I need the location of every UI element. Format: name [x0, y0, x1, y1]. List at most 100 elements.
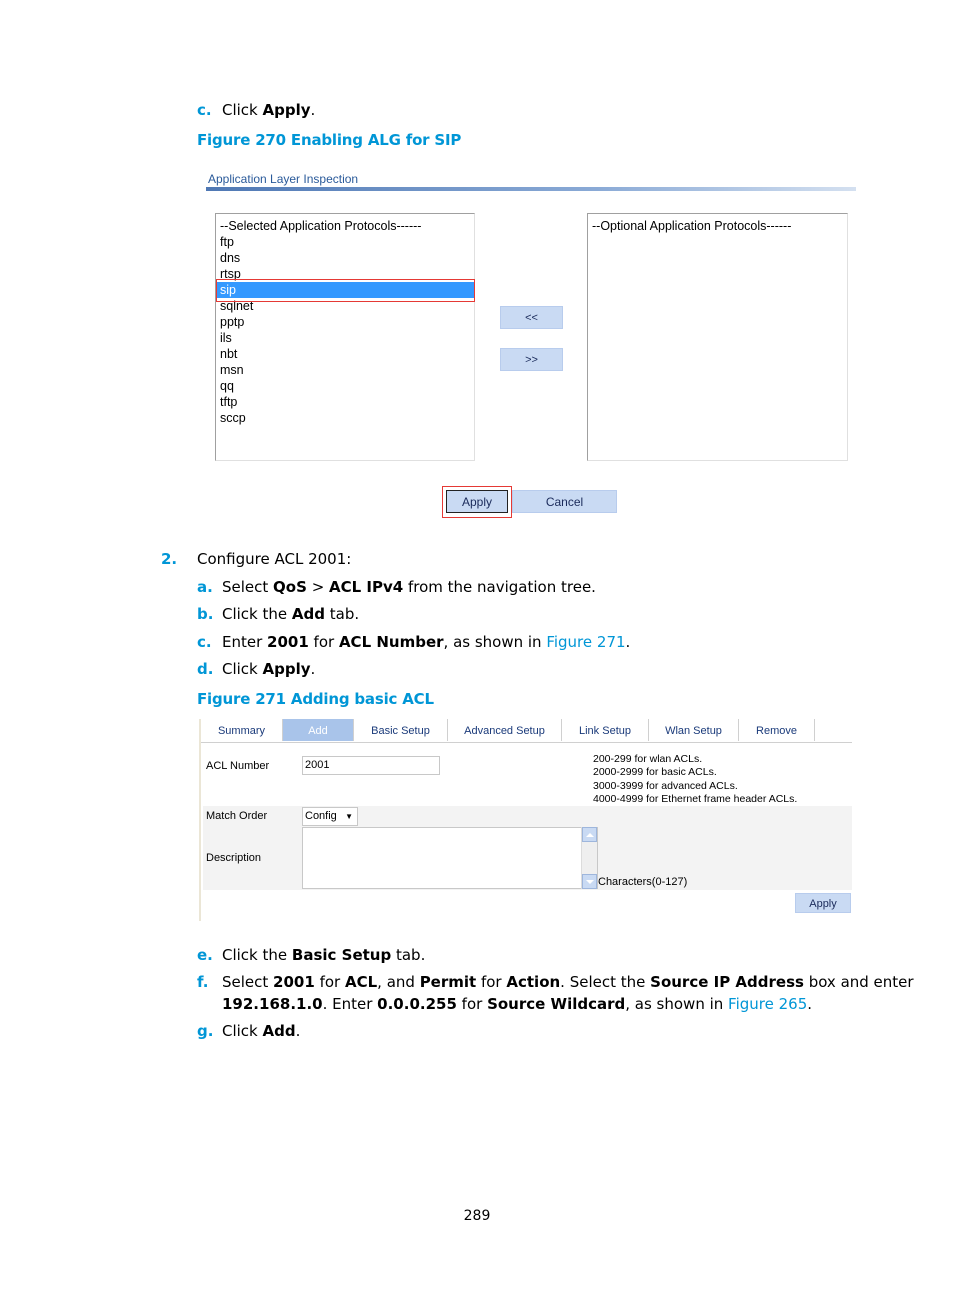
text: Select: [222, 973, 274, 991]
bold-text: Add: [291, 605, 325, 623]
step-2b: b. Click the Add tab.: [197, 604, 359, 624]
step-marker: d.: [197, 660, 214, 678]
bold-text: 192.168.1.0: [222, 995, 323, 1013]
move-right-button[interactable]: >>: [500, 348, 563, 371]
tab-wlan-setup[interactable]: Wlan Setup: [649, 719, 739, 741]
text: Click the: [222, 605, 292, 623]
text: for: [476, 973, 507, 991]
scroll-down-icon[interactable]: [582, 874, 597, 889]
text: >: [306, 578, 330, 596]
apply-button[interactable]: Apply: [795, 893, 851, 913]
protocol-option-nbt[interactable]: nbt: [216, 346, 474, 362]
acl-range-line: 200-299 for wlan ACLs.: [593, 753, 703, 765]
bold-text: Add: [262, 1022, 296, 1040]
text: Enter: [222, 633, 268, 651]
step-2: 2. Configure ACL 2001:: [161, 549, 351, 569]
bold-text: Apply: [262, 660, 311, 678]
cancel-button[interactable]: Cancel: [512, 490, 617, 513]
acl-range-line: 2000-2999 for basic ACLs.: [593, 766, 717, 779]
step-text: Configure ACL 2001:: [197, 550, 352, 568]
step-2a: a. Select QoS > ACL IPv4 from the navigat…: [197, 577, 596, 597]
step-text-line-1: Select 2001 for ACL, and Permit for Acti…: [222, 973, 914, 991]
step-f-continued: 192.168.1.0. Enter 0.0.0.255 for Source …: [222, 994, 812, 1014]
protocol-option-ftp[interactable]: ftp: [216, 234, 474, 250]
list-header: --Optional Application Protocols------: [592, 219, 792, 233]
move-left-button[interactable]: <<: [500, 306, 563, 329]
bold-text: 2001: [273, 973, 315, 991]
figure-271-link[interactable]: Figure 271: [546, 633, 625, 651]
step-marker: g.: [197, 1022, 214, 1040]
step-e: e. Click the Basic Setup tab.: [197, 945, 425, 965]
tab-advanced-setup[interactable]: Advanced Setup: [448, 719, 562, 741]
text: for: [456, 995, 488, 1013]
step-text-line-2: 192.168.1.0. Enter 0.0.0.255 for Source …: [222, 995, 728, 1013]
text: Click the: [222, 946, 292, 964]
protocol-option-qq[interactable]: qq: [216, 378, 474, 394]
protocol-option-sccp[interactable]: sccp: [216, 410, 474, 426]
text: . Select the: [560, 973, 651, 991]
match-order-select[interactable]: Config ▼: [302, 807, 358, 826]
text: Click: [222, 101, 263, 119]
step-2c: c. Enter 2001 for ACL Number, as shown in…: [197, 632, 630, 652]
step-marker: a.: [197, 578, 213, 596]
section-title: Application Layer Inspection: [208, 172, 359, 186]
scroll-up-icon[interactable]: [582, 827, 597, 842]
step-marker: f.: [197, 973, 209, 991]
text: , as shown in: [443, 633, 547, 651]
optional-protocols-list[interactable]: --Optional Application Protocols------: [587, 213, 848, 461]
match-order-value: Config: [305, 810, 337, 822]
protocol-option-dns[interactable]: dns: [216, 250, 474, 266]
step-marker: e.: [197, 946, 213, 964]
tab-bar: Summary Add Basic Setup Advanced Setup L…: [201, 719, 852, 743]
description-scrollbar[interactable]: [581, 827, 597, 889]
apply-button[interactable]: Apply: [446, 490, 508, 513]
protocol-option-tftp[interactable]: tftp: [216, 394, 474, 410]
bold-text: Source IP Address: [650, 973, 804, 991]
description-hint: Characters(0-127): [598, 876, 688, 888]
tab-add[interactable]: Add: [283, 719, 354, 741]
step-f: f. Select 2001 for ACL, and Permit for Ac…: [197, 972, 914, 992]
step-g: g. Click Add.: [197, 1021, 300, 1041]
tab-remove[interactable]: Remove: [739, 719, 815, 741]
bold-text: ACL Number: [338, 633, 444, 651]
bold-text: 0.0.0.255: [377, 995, 457, 1013]
tab-summary[interactable]: Summary: [201, 719, 283, 741]
description-textarea[interactable]: [302, 827, 598, 889]
tab-basic-setup[interactable]: Basic Setup: [354, 719, 448, 741]
protocol-option-ils[interactable]: ils: [216, 330, 474, 346]
tab-link-setup[interactable]: Link Setup: [562, 719, 649, 741]
text: Click: [222, 1022, 263, 1040]
protocol-option-msn[interactable]: msn: [216, 362, 474, 378]
figure-271-caption: Figure 271 Adding basic ACL: [197, 690, 434, 708]
text: box and enter: [803, 973, 914, 991]
text: tab.: [325, 605, 360, 623]
text: . Enter: [322, 995, 378, 1013]
figure-265-link[interactable]: Figure 265: [728, 995, 807, 1013]
section-title-bar: [206, 187, 856, 191]
protocol-option-pptp[interactable]: pptp: [216, 314, 474, 330]
acl-ranges-note: 200-299 for wlan ACLs. 2000-2999 for basi…: [593, 753, 797, 806]
text: .: [310, 660, 316, 678]
bold-text: Permit: [419, 973, 477, 991]
step-marker: b.: [197, 605, 214, 623]
left-edge: [199, 719, 201, 921]
step-c-apply: c. Click Apply.: [197, 100, 315, 120]
description-label: Description: [206, 852, 262, 864]
bold-text: ACL: [344, 973, 378, 991]
bold-text: 2001: [267, 633, 309, 651]
text: Click: [222, 660, 263, 678]
selected-protocols-list[interactable]: --Selected Application Protocols------ ft…: [215, 213, 475, 461]
dropdown-arrow-icon: ▼: [345, 812, 353, 821]
text: Select: [222, 578, 274, 596]
text: , as shown in: [625, 995, 729, 1013]
page-number: 289: [463, 1208, 491, 1224]
bold-text: Apply: [262, 101, 311, 119]
match-order-label: Match Order: [206, 810, 268, 822]
selection-highlight-frame: [216, 279, 475, 302]
text: tab.: [391, 946, 426, 964]
acl-number-input[interactable]: 2001: [302, 756, 440, 775]
text: for: [314, 973, 345, 991]
list-header: --Selected Application Protocols------: [220, 219, 422, 233]
step-text: Click Apply.: [222, 101, 315, 119]
bold-text: QoS: [273, 578, 307, 596]
